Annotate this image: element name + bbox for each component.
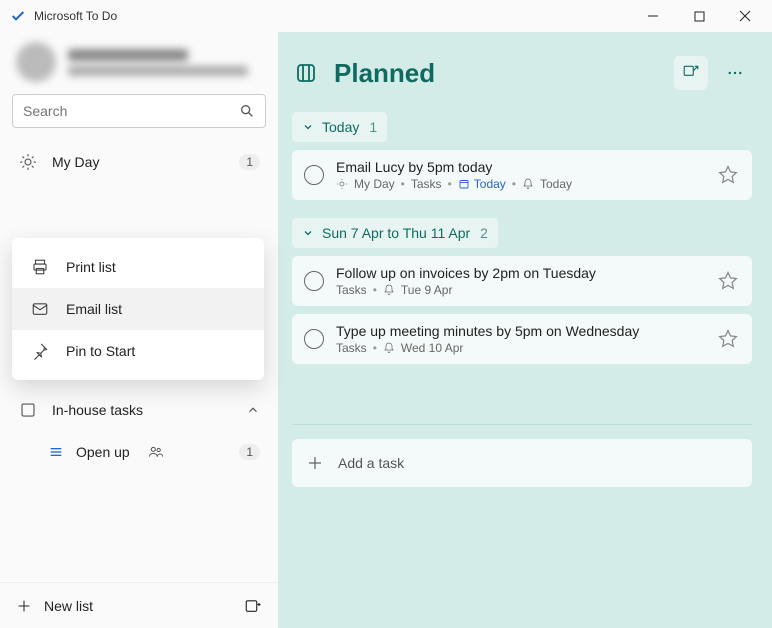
nav-label: In-house tasks bbox=[52, 402, 143, 418]
sun-icon bbox=[18, 152, 38, 172]
section-label: Today bbox=[322, 119, 359, 135]
complete-circle[interactable] bbox=[304, 271, 324, 291]
plus-icon bbox=[306, 454, 324, 472]
task-meta: Tasks • Wed 10 Apr bbox=[336, 341, 706, 355]
plus-icon bbox=[16, 598, 32, 614]
page-title: Planned bbox=[334, 58, 435, 89]
chevron-down-icon bbox=[302, 227, 314, 239]
sidebar: My Day 1 Tasks 3 In-house tasks bbox=[0, 32, 278, 628]
more-button[interactable] bbox=[718, 56, 752, 90]
print-list-item[interactable]: Print list bbox=[12, 246, 264, 288]
menu-label: Print list bbox=[66, 259, 116, 275]
nav-label: My Day bbox=[52, 154, 99, 170]
sub-label: Open up bbox=[76, 444, 130, 460]
inhouse-tasks-nav[interactable]: In-house tasks bbox=[0, 388, 278, 432]
chevron-down-icon bbox=[302, 121, 314, 133]
due-chip: Today bbox=[458, 177, 506, 191]
close-button[interactable] bbox=[722, 0, 768, 32]
profile-section[interactable] bbox=[0, 32, 278, 90]
new-group-icon[interactable] bbox=[244, 597, 262, 615]
menu-label: Pin to Start bbox=[66, 343, 135, 359]
task-item[interactable]: Type up meeting minutes by 5pm on Wednes… bbox=[292, 314, 752, 364]
divider bbox=[292, 424, 752, 425]
new-list-bar[interactable]: New list bbox=[0, 582, 278, 628]
task-meta: Tasks • Tue 9 Apr bbox=[336, 283, 706, 297]
app-icon bbox=[10, 8, 26, 24]
lines-icon bbox=[48, 444, 64, 460]
complete-circle[interactable] bbox=[304, 165, 324, 185]
section-label: Sun 7 Apr to Thu 11 Apr bbox=[322, 225, 470, 241]
star-button[interactable] bbox=[718, 270, 740, 292]
maximize-button[interactable] bbox=[676, 0, 722, 32]
email-list-item[interactable]: Email list bbox=[12, 288, 264, 330]
bell-icon bbox=[522, 178, 534, 190]
open-up-list[interactable]: Open up 1 bbox=[0, 432, 278, 472]
chevron-up-icon bbox=[246, 403, 260, 417]
star-button[interactable] bbox=[718, 164, 740, 186]
app-title: Microsoft To Do bbox=[34, 9, 117, 23]
section-week[interactable]: Sun 7 Apr to Thu 11 Apr 2 bbox=[292, 218, 498, 248]
sun-icon bbox=[336, 178, 348, 190]
pin-to-start-item[interactable]: Pin to Start bbox=[12, 330, 264, 372]
add-task-label: Add a task bbox=[338, 455, 404, 471]
bell-icon bbox=[383, 342, 395, 354]
printer-icon bbox=[30, 257, 50, 277]
pin-icon bbox=[30, 341, 50, 361]
search-box[interactable] bbox=[12, 94, 266, 128]
nav-count: 1 bbox=[239, 154, 260, 170]
title-bar: Microsoft To Do bbox=[0, 0, 772, 32]
section-count: 2 bbox=[480, 225, 488, 241]
task-title: Follow up on invoices by 2pm on Tuesday bbox=[336, 265, 706, 281]
search-icon bbox=[239, 103, 255, 119]
bell-icon bbox=[383, 284, 395, 296]
section-count: 1 bbox=[369, 119, 377, 135]
main-pane: Planned Today 1 Email Lucy by 5pm today bbox=[278, 32, 772, 628]
window-controls bbox=[630, 0, 768, 32]
star-button[interactable] bbox=[718, 328, 740, 350]
add-task-input[interactable]: Add a task bbox=[292, 439, 752, 487]
menu-label: Email list bbox=[66, 301, 122, 317]
task-title: Email Lucy by 5pm today bbox=[336, 159, 706, 175]
section-today[interactable]: Today 1 bbox=[292, 112, 387, 142]
task-meta: My Day • Tasks • Today • Today bbox=[336, 177, 706, 191]
complete-circle[interactable] bbox=[304, 329, 324, 349]
minimize-button[interactable] bbox=[630, 0, 676, 32]
my-day-nav[interactable]: My Day 1 bbox=[0, 140, 278, 184]
suggestions-button[interactable] bbox=[674, 56, 708, 90]
mail-icon bbox=[30, 299, 50, 319]
new-list-label: New list bbox=[44, 598, 93, 614]
planned-icon bbox=[292, 59, 320, 87]
sub-count: 1 bbox=[239, 444, 260, 460]
task-title: Type up meeting minutes by 5pm on Wednes… bbox=[336, 323, 706, 339]
search-input[interactable] bbox=[23, 103, 239, 119]
avatar bbox=[16, 42, 56, 82]
context-menu: Print list Email list Pin to Start bbox=[12, 238, 264, 380]
task-item[interactable]: Follow up on invoices by 2pm on Tuesday … bbox=[292, 256, 752, 306]
people-icon bbox=[148, 444, 164, 460]
task-item[interactable]: Email Lucy by 5pm today My Day • Tasks •… bbox=[292, 150, 752, 200]
list-icon bbox=[18, 400, 38, 420]
